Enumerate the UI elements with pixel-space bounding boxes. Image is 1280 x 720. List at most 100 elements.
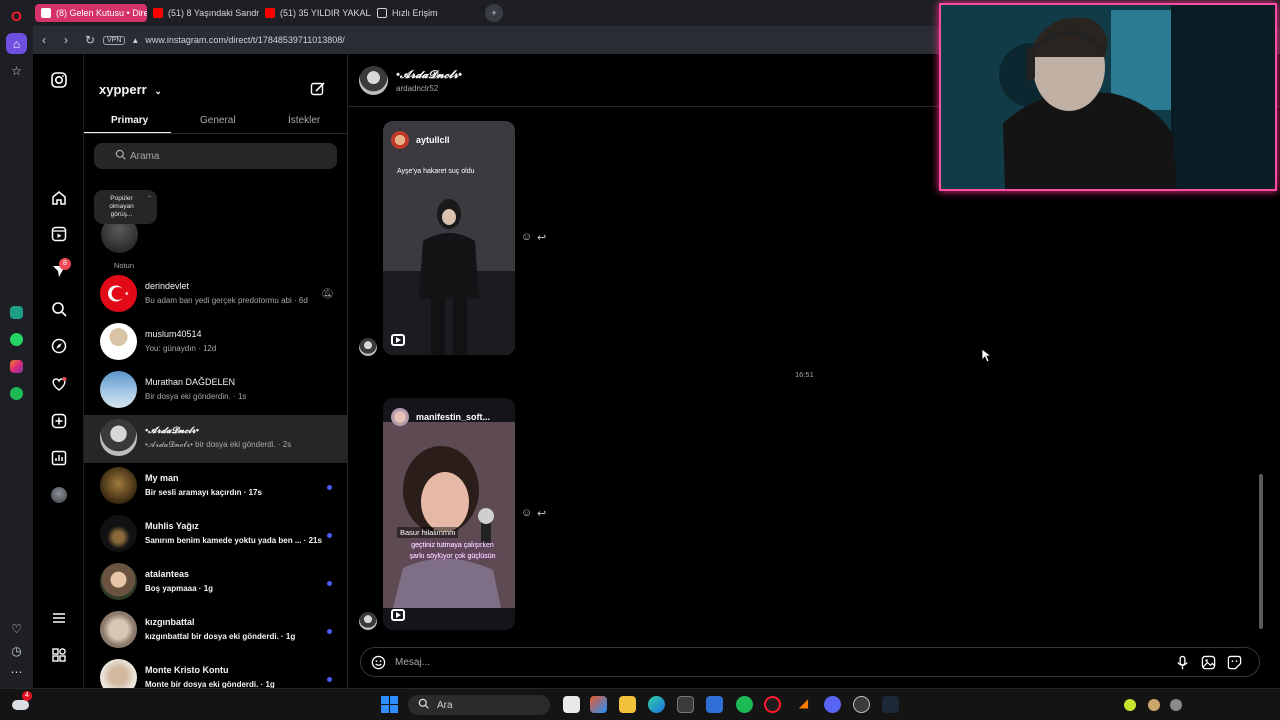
conversation-name: derindevlet — [145, 281, 190, 291]
tab-instagram[interactable]: (8) Gelen Kutusu • Direct — [35, 4, 147, 22]
back-icon[interactable]: ‹ — [42, 33, 46, 47]
tray-icon[interactable] — [1170, 699, 1182, 711]
conversation-row[interactable]: Muhlis Yağız Sanırım benim kamede yoktu … — [84, 511, 347, 559]
note-bubble[interactable]: Popüler olmayan görüş... ⌃ — [94, 190, 157, 224]
search-icon — [115, 149, 126, 163]
heart-icon[interactable]: ♡ — [6, 618, 27, 639]
tray-icon[interactable] — [1124, 699, 1136, 711]
tab-youtube-1[interactable]: (51) 8 Yaşındaki Sandra C — [147, 4, 259, 22]
shared-reel[interactable]: aytullcll Ayşe'ya hakaret suç oldu — [383, 121, 515, 355]
messenger-icon[interactable]: 8 — [49, 258, 71, 281]
whatsapp-icon[interactable] — [6, 329, 27, 350]
emoji-react-icon[interactable]: ☺ — [521, 231, 532, 243]
image-icon[interactable] — [1201, 655, 1216, 670]
reply-icon[interactable]: ↩ — [537, 507, 546, 520]
sticker-icon[interactable] — [1227, 655, 1242, 670]
reload-icon[interactable]: ↻ — [85, 33, 95, 47]
profile-avatar-icon[interactable] — [49, 485, 69, 505]
reels-icon[interactable] — [49, 224, 69, 244]
account-switcher[interactable]: xypperr ⌄ — [99, 82, 162, 97]
notepad-icon[interactable] — [563, 696, 580, 713]
star-icon[interactable]: ☆ — [6, 60, 27, 81]
file-explorer-icon[interactable] — [619, 696, 636, 713]
reel-author[interactable]: manifestin_soft... — [391, 408, 490, 426]
reel-icon — [391, 609, 405, 621]
steam-icon[interactable] — [882, 696, 899, 713]
create-icon[interactable] — [49, 411, 69, 431]
unread-dot — [327, 581, 332, 586]
heart-icon[interactable] — [49, 374, 69, 394]
conversation-name: Muhlis Yağız — [145, 521, 199, 531]
notification-badge: 8 — [59, 258, 71, 270]
reply-icon[interactable]: ↩ — [537, 231, 546, 244]
scrollbar-thumb[interactable] — [1259, 474, 1263, 629]
instagram-icon — [41, 8, 51, 18]
conversation-row[interactable]: kızgınbattal kızgınbattal bir dosya eki … — [84, 607, 347, 655]
conversation-row[interactable]: My man Bir sesli aramayı kaçırdın · 17s — [84, 463, 347, 511]
conversation-row[interactable]: atalanteas Boş yapmaaa · 1g — [84, 559, 347, 607]
home-icon[interactable]: ⌂ — [6, 33, 27, 54]
office-icon[interactable] — [590, 696, 607, 713]
conversation-row[interactable]: Murathan DAĞDELEN Bir dosya eki gönderdi… — [84, 367, 347, 415]
spotify-icon[interactable] — [6, 383, 27, 404]
conversation-row[interactable]: muslum40514 You: günaydın · 12d — [84, 319, 347, 367]
emoji-icon[interactable] — [371, 655, 386, 670]
new-tab-button[interactable]: + — [485, 4, 503, 22]
microphone-icon[interactable] — [1175, 655, 1190, 670]
url-field[interactable]: VPN ▲ www.instagram.com/direct/t/1784853… — [103, 31, 943, 49]
reel-author[interactable]: aytullcll — [391, 131, 450, 149]
history-icon[interactable]: ◷ — [6, 640, 27, 661]
reel-icon — [391, 334, 405, 346]
taskbar-search[interactable]: Ara — [408, 695, 550, 715]
discord-icon[interactable] — [824, 696, 841, 713]
conversation-row[interactable]: Monte Kristo Kontu Monte bir dosya eki g… — [84, 655, 347, 688]
search-icon[interactable] — [49, 299, 69, 319]
conversation-preview: Boş yapmaaa · 1g — [145, 584, 214, 593]
shared-reel[interactable]: manifestin_soft... Basur hilalimmm geçti… — [383, 398, 515, 630]
emoji-react-icon[interactable]: ☺ — [521, 507, 532, 519]
spotify-icon[interactable] — [736, 696, 753, 713]
mouse-cursor-icon — [982, 349, 992, 363]
opera-logo-icon[interactable]: O — [6, 5, 27, 26]
edge-icon[interactable] — [648, 696, 665, 713]
mail-icon[interactable] — [706, 696, 723, 713]
weather-icon[interactable]: 4 — [12, 691, 32, 713]
tab-speed-dial[interactable]: Hızlı Erişim — [371, 4, 483, 22]
taskbar: 4 Ara ◢ — [0, 688, 1280, 720]
instagram-icon[interactable] — [6, 356, 27, 377]
obs-icon[interactable] — [853, 696, 870, 713]
menu-icon[interactable] — [49, 608, 69, 628]
home-icon[interactable] — [49, 188, 69, 208]
unread-dot — [327, 485, 332, 490]
conversation-row-selected[interactable]: •𝓐𝓻𝓭𝓪𝓓𝓷𝓬𝓵𝓻• •𝓐𝓻𝓭𝓪𝓓𝓷𝓬𝓵𝓻• bir dosya eki gö… — [84, 415, 347, 463]
dashboard-icon[interactable] — [49, 448, 69, 468]
compose-icon[interactable] — [310, 81, 326, 102]
reel-caption: Ayşe'ya hakaret suç oldu — [397, 168, 475, 175]
conversation-name: muslum40514 — [145, 329, 202, 339]
instagram-logo-icon[interactable] — [49, 70, 69, 90]
more-icon[interactable]: ⋯ — [6, 661, 27, 682]
explore-icon[interactable] — [49, 336, 69, 356]
tray-icon[interactable] — [1148, 699, 1160, 711]
search-input[interactable]: Arama — [94, 143, 337, 169]
youtube-icon — [265, 8, 275, 18]
contact-avatar[interactable] — [359, 66, 388, 95]
tab-youtube-2[interactable]: (51) 35 YILDIR YAKALANA — [259, 4, 371, 22]
tab-primary[interactable]: Primary — [111, 115, 148, 126]
conversation-row[interactable]: derindevlet Bu adam ban yedi gerçek pred… — [84, 271, 347, 319]
avatar — [100, 611, 137, 648]
forward-icon[interactable]: › — [64, 33, 68, 47]
calculator-icon[interactable] — [677, 696, 694, 713]
windows-start-icon[interactable] — [381, 696, 398, 713]
username-label: xypperr — [99, 82, 147, 97]
also-from-meta-icon[interactable] — [49, 645, 69, 665]
streaming-app-icon[interactable]: ◢ — [795, 696, 812, 713]
vpn-badge[interactable]: VPN — [103, 35, 126, 45]
message-timestamp: 16:51 — [795, 370, 814, 379]
contact-name[interactable]: •𝓐𝓻𝓭𝓪𝓓𝓷𝓬𝓵𝓻• — [396, 69, 462, 82]
chatgpt-icon[interactable] — [6, 302, 27, 323]
tab-requests[interactable]: İstekler — [288, 115, 320, 126]
message-input[interactable]: Mesaj... — [360, 647, 1260, 677]
opera-icon[interactable] — [764, 696, 781, 713]
tab-general[interactable]: General — [200, 115, 236, 126]
